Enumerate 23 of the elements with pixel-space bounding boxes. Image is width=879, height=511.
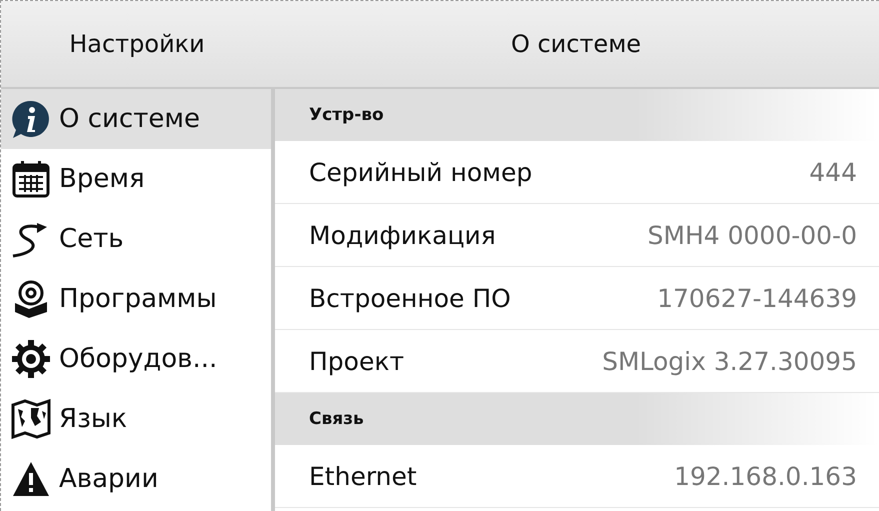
map-icon — [11, 399, 51, 439]
calendar-icon — [11, 159, 51, 199]
sidebar-item[interactable]: О системе — [1, 89, 271, 149]
property-label: Ethernet — [309, 462, 417, 490]
property-value: 444 — [809, 158, 857, 186]
property-label: Встроенное ПО — [309, 284, 511, 312]
info-icon — [11, 99, 51, 139]
property-label: Проект — [309, 346, 404, 376]
sidebar-item[interactable]: Язык — [1, 389, 271, 449]
property-value: 192.168.0.163 — [674, 462, 857, 490]
property-value: SMLogix 3.27.30095 — [602, 346, 857, 376]
panel-title: О системе — [510, 29, 642, 60]
sidebar-item[interactable]: Программы — [1, 269, 271, 329]
property-label: Серийный номер — [309, 158, 532, 186]
sidebar-item[interactable]: Аварии — [1, 449, 271, 509]
property-label: Модификация — [309, 220, 496, 250]
sidebar-item[interactable]: Сеть — [1, 209, 271, 269]
sidebar-title: Настройки — [68, 29, 206, 60]
sidebar-item[interactable]: Время — [1, 149, 271, 209]
property-value: SMH4 0000-00-0 — [648, 220, 857, 250]
gear-icon — [11, 339, 51, 379]
sidebar-item[interactable]: Оборудов... — [1, 329, 271, 389]
property-value: 170627-144639 — [657, 284, 857, 312]
